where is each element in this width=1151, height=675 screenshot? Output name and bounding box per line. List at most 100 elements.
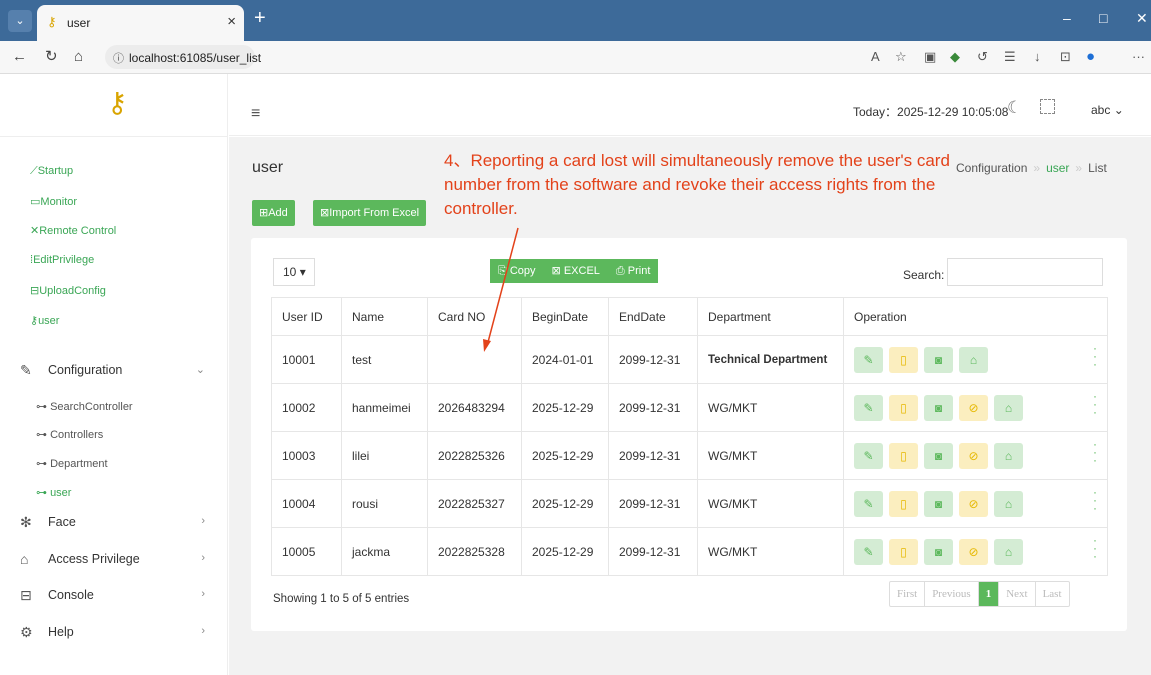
user-menu[interactable]: abc ⌄ — [1091, 103, 1124, 117]
row-more-icon[interactable]: · · · — [1093, 438, 1097, 466]
cell-department: WG/MKT — [697, 527, 844, 576]
search-input[interactable] — [947, 258, 1103, 286]
back-icon[interactable]: ← — [12, 49, 27, 65]
theme-toggle-icon[interactable]: ☾ — [1007, 98, 1022, 118]
submenu-searchcontroller[interactable]: ⊶ SearchController — [36, 400, 133, 413]
row-more-icon[interactable]: · · · — [1093, 534, 1097, 562]
delete-icon[interactable]: ▯ — [889, 490, 918, 517]
chevron-right-icon: › — [201, 588, 205, 600]
url-field[interactable]: ⓘ localhost:61085/user_list — [105, 45, 261, 69]
tab-close-icon[interactable]: × — [227, 13, 236, 30]
edit-icon[interactable]: ✎ — [854, 538, 883, 565]
menu-access-privilege[interactable]: ⌂ Access Privilege › — [20, 549, 215, 571]
split-screen-icon[interactable]: ▣ — [924, 50, 936, 64]
delete-icon[interactable]: ▯ — [889, 346, 918, 373]
breadcrumb-configuration[interactable]: Configuration — [956, 161, 1027, 175]
browser-tab[interactable]: ⚷ user × — [37, 5, 244, 41]
col-department[interactable]: Department — [697, 297, 844, 336]
annotation-note: 4、Reporting a card lost will simultaneou… — [444, 151, 950, 218]
camera-icon[interactable]: ◙ — [924, 538, 953, 565]
page-first[interactable]: First — [890, 582, 926, 606]
submenu-user[interactable]: ⊶ user — [36, 486, 71, 499]
refresh-extension-icon[interactable]: ↺ — [977, 50, 988, 64]
row-more-icon[interactable]: · · · — [1093, 486, 1097, 514]
extension-icon[interactable]: ◆ — [950, 50, 960, 64]
col-user-id[interactable]: User ID — [271, 297, 342, 336]
table-row[interactable]: 10001 test 2024-01-01 2099-12-31 Technical D… — [271, 335, 1108, 384]
edit-icon[interactable]: ✎ — [854, 346, 883, 373]
sidebar-item-monitor[interactable]: ▭Monitor — [30, 195, 77, 208]
edit-icon[interactable]: ✎ — [854, 442, 883, 469]
row-more-icon[interactable]: · · · — [1093, 342, 1097, 370]
table-row[interactable]: 10005 jackma 2022825328 2025-12-29 2099-12-3… — [271, 527, 1108, 576]
cell-card-no: 2022825327 — [427, 479, 522, 528]
camera-icon[interactable]: ◙ — [924, 442, 953, 469]
more-menu-icon[interactable]: ··· — [1132, 50, 1145, 64]
app-icon[interactable]: ⊡ — [1060, 50, 1071, 64]
report-card-lost-icon[interactable]: ⊘ — [959, 442, 988, 469]
tab-actions-icon[interactable]: ⌄ — [8, 10, 32, 32]
unlock-icon[interactable]: ⌂ — [994, 490, 1023, 517]
copilot-icon[interactable]: ● — [1086, 49, 1095, 64]
favorites-icon[interactable]: ☰ — [1004, 50, 1016, 64]
report-card-lost-icon[interactable]: ⊘ — [959, 538, 988, 565]
table-row[interactable]: 10004 rousi 2022825327 2025-12-29 2099-12-31… — [271, 479, 1108, 528]
fullscreen-icon[interactable] — [1040, 99, 1055, 114]
unlock-icon[interactable]: ⌂ — [959, 346, 988, 373]
menu-console[interactable]: ⊟ Console › — [20, 585, 215, 607]
maximize-icon[interactable]: □ — [1099, 10, 1107, 26]
sidebar-item-user[interactable]: ⚷user — [30, 314, 59, 327]
close-window-icon[interactable]: ✕ — [1136, 10, 1148, 27]
home-icon[interactable]: ⌂ — [74, 49, 83, 65]
page-current[interactable]: 1 — [978, 582, 1000, 606]
cell-department: Technical Department — [697, 335, 844, 384]
favorite-star-icon[interactable]: ☆ — [895, 50, 907, 64]
copy-button[interactable]: ⎘ Copy — [490, 259, 544, 283]
add-button[interactable]: ⊞Add — [252, 200, 295, 226]
sidebar-item-editprivilege[interactable]: ⁞EditPrivilege — [30, 254, 94, 266]
minimize-icon[interactable]: – — [1063, 10, 1071, 26]
refresh-icon[interactable]: ↻ — [45, 49, 58, 65]
page-next[interactable]: Next — [999, 582, 1036, 606]
report-card-lost-icon[interactable]: ⊘ — [959, 490, 988, 517]
excel-button[interactable]: ⊠ EXCEL — [544, 259, 608, 283]
sidebar-item-startup[interactable]: ⟋Startup — [30, 165, 73, 178]
col-card-no[interactable]: Card NO — [427, 297, 522, 336]
row-more-icon[interactable]: · · · — [1093, 390, 1097, 418]
col-name[interactable]: Name — [341, 297, 428, 336]
unlock-icon[interactable]: ⌂ — [994, 538, 1023, 565]
hamburger-menu-icon[interactable]: ≡ — [251, 106, 260, 122]
sidebar-item-remote-control[interactable]: ✕Remote Control — [30, 224, 116, 237]
camera-icon[interactable]: ◙ — [924, 394, 953, 421]
download-icon[interactable]: ↓ — [1034, 50, 1041, 64]
page-previous[interactable]: Previous — [925, 582, 979, 606]
table-row[interactable]: 10003 lilei 2022825326 2025-12-29 2099-12-31… — [271, 431, 1108, 480]
submenu-department[interactable]: ⊶ Department — [36, 457, 108, 470]
delete-icon[interactable]: ▯ — [889, 394, 918, 421]
edit-icon[interactable]: ✎ — [854, 490, 883, 517]
menu-face[interactable]: ✻ Face › — [20, 512, 215, 534]
menu-configuration[interactable]: ✎ Configuration ⌄ — [20, 360, 215, 382]
import-excel-button[interactable]: ⊠Import From Excel — [313, 200, 427, 226]
col-begindate[interactable]: BeginDate — [521, 297, 609, 336]
breadcrumb-user[interactable]: user — [1046, 161, 1069, 175]
page-last[interactable]: Last — [1036, 582, 1069, 606]
menu-help[interactable]: ⚙ Help › — [20, 622, 215, 644]
report-card-lost-icon[interactable]: ⊘ — [959, 394, 988, 421]
delete-icon[interactable]: ▯ — [889, 538, 918, 565]
col-enddate[interactable]: EndDate — [608, 297, 698, 336]
unlock-icon[interactable]: ⌂ — [994, 394, 1023, 421]
sidebar-item-uploadconfig[interactable]: ⊟UploadConfig — [30, 284, 106, 297]
submenu-controllers[interactable]: ⊶ Controllers — [36, 428, 103, 441]
delete-icon[interactable]: ▯ — [889, 442, 918, 469]
site-info-icon[interactable]: ⓘ — [113, 50, 124, 66]
unlock-icon[interactable]: ⌂ — [994, 442, 1023, 469]
edit-icon[interactable]: ✎ — [854, 394, 883, 421]
print-button[interactable]: ⎙ Print — [608, 259, 658, 283]
new-tab-button[interactable]: + — [254, 7, 266, 29]
table-row[interactable]: 10002 hanmeimei 2026483294 2025-12-29 2099-1… — [271, 383, 1108, 432]
page-length-select[interactable]: 10 ▾ — [273, 258, 315, 286]
camera-icon[interactable]: ◙ — [924, 490, 953, 517]
read-aloud-icon[interactable]: A — [871, 50, 880, 64]
camera-icon[interactable]: ◙ — [924, 346, 953, 373]
